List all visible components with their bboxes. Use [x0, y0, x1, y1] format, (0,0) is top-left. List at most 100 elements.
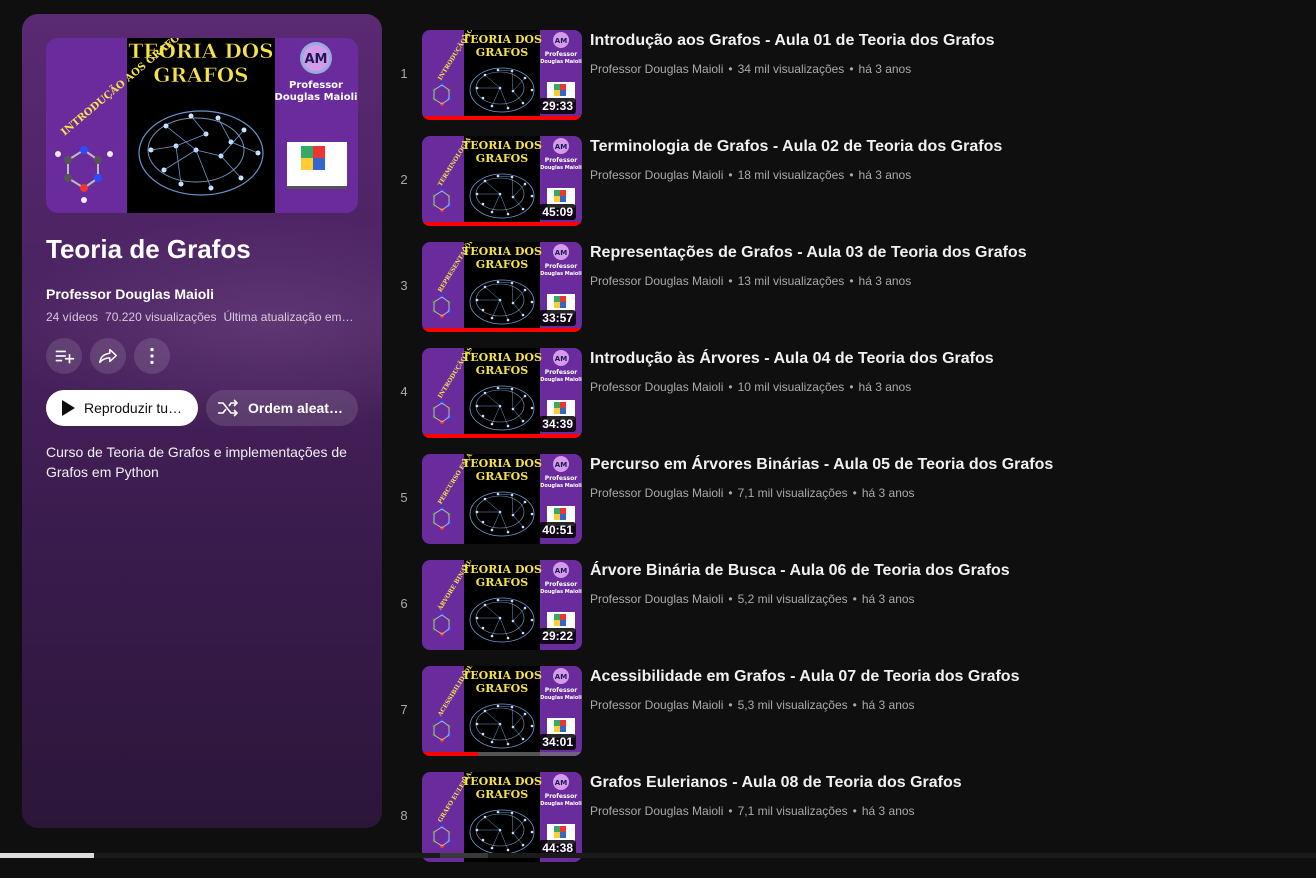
video-age: há 3 anos — [861, 486, 915, 500]
playlist-owner-link[interactable]: Professor Douglas Maioli — [46, 286, 214, 302]
video-views: 34 mil visualizações — [737, 62, 845, 76]
video-views: 5,2 mil visualizações — [737, 592, 848, 606]
view-count: 70.220 visualizações — [105, 310, 217, 324]
separator-dot: • — [728, 62, 733, 76]
channel-name-link[interactable]: Professor Douglas Maioli — [590, 804, 723, 818]
svg-text:Douglas Maioli: Douglas Maioli — [275, 92, 358, 103]
svg-text:AM: AM — [555, 673, 567, 681]
svg-text:Douglas Maioli: Douglas Maioli — [540, 165, 582, 171]
cube-logo-icon — [287, 142, 347, 189]
video-title-link[interactable]: Grafos Eulerianos - Aula 08 de Teoria do… — [590, 774, 962, 792]
channel-name-link[interactable]: Professor Douglas Maioli — [590, 486, 723, 500]
svg-text:GRAFOS: GRAFOS — [476, 682, 528, 695]
svg-text:TEORIA DOS: TEORIA DOS — [462, 563, 542, 576]
video-age: há 3 anos — [858, 168, 912, 182]
play-all-button[interactable]: Reproduzir tu… — [46, 390, 198, 426]
svg-text:TEORIA DOS: TEORIA DOS — [462, 775, 542, 788]
video-age: há 3 anos — [861, 592, 915, 606]
channel-name-link[interactable]: Professor Douglas Maioli — [590, 62, 723, 76]
video-title-link[interactable]: Percurso em Árvores Binárias - Aula 05 d… — [590, 456, 1053, 474]
video-index: 7 — [400, 702, 408, 717]
video-title-link[interactable]: Terminologia de Grafos - Aula 02 de Teor… — [590, 138, 1002, 156]
channel-name-link[interactable]: Professor Douglas Maioli — [590, 592, 723, 606]
video-age: há 3 anos — [858, 62, 912, 76]
separator-dot: • — [728, 804, 733, 818]
svg-text:AM: AM — [555, 779, 567, 787]
svg-text:TEORIA DOS: TEORIA DOS — [462, 33, 542, 46]
video-title-link[interactable]: Introdução às Árvores - Aula 04 de Teori… — [590, 350, 994, 368]
shuffle-label: Ordem aleató… — [248, 400, 348, 416]
separator-dot: • — [852, 804, 857, 818]
playlist-video-row[interactable]: 5 TEORIA DOS GRAFOS PERCURSO EM AM Profe… — [390, 454, 1310, 560]
separator-dot: • — [852, 486, 857, 500]
playlist-video-row[interactable]: 4 TEORIA DOS GRAFOS INTRODUÇÃO ÀS AM Pro… — [390, 348, 1310, 454]
separator-dot: • — [849, 62, 854, 76]
separator-dot: • — [728, 380, 733, 394]
playlist-video-row[interactable]: 6 TEORIA DOS GRAFOS ÁRVORE BINÁRIA AM Pr… — [390, 560, 1310, 666]
svg-text:AM: AM — [555, 249, 567, 257]
save-playlist-button[interactable] — [46, 338, 82, 374]
separator-dot: • — [852, 592, 857, 606]
video-duration: 45:09 — [539, 204, 576, 220]
separator-dot: • — [849, 380, 854, 394]
svg-text:TEORIA DOS: TEORIA DOS — [462, 669, 542, 682]
watch-progress-fill — [422, 328, 582, 332]
video-meta: Professor Douglas Maioli • 5,2 mil visuali… — [590, 592, 915, 606]
svg-text:Douglas Maioli: Douglas Maioli — [540, 695, 582, 701]
svg-text:AM: AM — [305, 52, 328, 67]
video-title-link[interactable]: Acessibilidade em Grafos - Aula 07 de Te… — [590, 668, 1019, 686]
svg-text:GRAFOS: GRAFOS — [476, 46, 528, 59]
channel-name-link[interactable]: Professor Douglas Maioli — [590, 168, 723, 182]
svg-text:GRAFOS: GRAFOS — [476, 576, 528, 589]
svg-text:GRAFOS: GRAFOS — [476, 258, 528, 271]
video-duration: 34:39 — [539, 416, 576, 432]
share-button[interactable] — [90, 338, 126, 374]
svg-text:TEORIA DOS: TEORIA DOS — [462, 245, 542, 258]
video-thumbnail[interactable]: TEORIA DOS GRAFOS GRAFO EULERIANO AM Pro… — [422, 772, 582, 862]
watch-progress-fill — [422, 222, 582, 226]
playlist-video-row[interactable]: 1 TEORIA DOS GRAFOS INTRODUÇÃO AOS AM Pr… — [390, 30, 1310, 136]
playlist-thumbnail-art: TEORIA DOS GRAFOS INTRODUÇÃO AOS GRAFOS … — [46, 38, 358, 213]
bottom-scrollbar[interactable] — [0, 853, 1316, 858]
video-thumbnail[interactable]: TEORIA DOS GRAFOS INTRODUÇÃO ÀS ÁRVORES … — [422, 348, 582, 438]
video-views: 10 mil visualizações — [737, 380, 845, 394]
channel-name-link[interactable]: Professor Douglas Maioli — [590, 380, 723, 394]
video-age: há 3 anos — [858, 380, 912, 394]
video-thumbnail[interactable]: TEORIA DOS GRAFOS ÁRVORE BINÁRIA DE BUSC… — [422, 560, 582, 650]
channel-name-link[interactable]: Professor Douglas Maioli — [590, 274, 723, 288]
playlist-add-icon — [55, 350, 75, 364]
playlist-thumbnail[interactable]: TEORIA DOS GRAFOS INTRODUÇÃO AOS GRAFOS … — [46, 38, 358, 213]
svg-text:Professor: Professor — [545, 581, 577, 588]
video-thumbnail[interactable]: TEORIA DOS GRAFOS TERMINOLOGIA AM Profes… — [422, 136, 582, 226]
more-actions-button[interactable] — [134, 338, 170, 374]
video-meta: Professor Douglas Maioli • 34 mil visualiz… — [590, 62, 911, 76]
svg-text:Douglas Maioli: Douglas Maioli — [540, 377, 582, 383]
svg-text:GRAFOS: GRAFOS — [476, 470, 528, 483]
shuffle-button[interactable]: Ordem aleató… — [206, 390, 358, 426]
video-count: 24 vídeos — [46, 310, 99, 324]
video-thumbnail[interactable]: TEORIA DOS GRAFOS REPRESENTAÇÕES DE GRAF… — [422, 242, 582, 332]
watch-progress-fill — [422, 434, 582, 438]
channel-name-link[interactable]: Professor Douglas Maioli — [590, 698, 723, 712]
separator-dot: • — [728, 698, 733, 712]
video-age: há 3 anos — [861, 804, 915, 818]
playlist-video-row[interactable]: 7 TEORIA DOS GRAFOS ACESSIBILIDADE AM Pr… — [390, 666, 1310, 772]
separator-dot: • — [849, 274, 854, 288]
svg-text:Douglas Maioli: Douglas Maioli — [540, 801, 582, 807]
video-thumbnail[interactable]: TEORIA DOS GRAFOS ACESSIBILIDADE AM Prof… — [422, 666, 582, 756]
video-title-link[interactable]: Árvore Binária de Busca - Aula 06 de Teo… — [590, 562, 1010, 580]
video-thumbnail[interactable]: TEORIA DOS GRAFOS INTRODUÇÃO AOS GRAFOS … — [422, 30, 582, 120]
watch-progress-fill — [422, 116, 582, 120]
svg-text:GRAFOS: GRAFOS — [476, 364, 528, 377]
video-index: 6 — [400, 596, 408, 611]
playlist-video-row[interactable]: 3 TEORIA DOS GRAFOS REPRESENTAÇÕES AM Pr… — [390, 242, 1310, 348]
video-title-link[interactable]: Introdução aos Grafos - Aula 01 de Teori… — [590, 32, 995, 50]
playlist-video-row[interactable]: 2 TEORIA DOS GRAFOS TERMINOLOGIA AM Prof… — [390, 136, 1310, 242]
video-thumbnail[interactable]: TEORIA DOS GRAFOS PERCURSO EM ÁRVORE BIN… — [422, 454, 582, 544]
watch-progress-bar — [422, 434, 582, 438]
video-meta: Professor Douglas Maioli • 13 mil visualiz… — [590, 274, 911, 288]
video-index: 8 — [400, 808, 408, 823]
video-index: 4 — [400, 384, 408, 399]
playlist-video-row[interactable]: 8 TEORIA DOS GRAFOS GRAFO EULERIANO AM P… — [390, 772, 1310, 878]
video-title-link[interactable]: Representações de Grafos - Aula 03 de Te… — [590, 244, 1027, 262]
